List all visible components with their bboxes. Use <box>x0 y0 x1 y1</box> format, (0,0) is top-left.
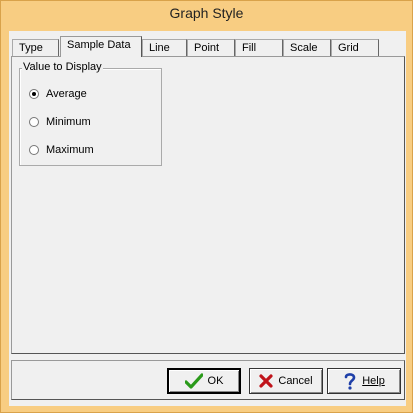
radio-label-maximum: Maximum <box>46 144 94 156</box>
group-legend: Value to Display <box>22 61 103 73</box>
tab-fill[interactable]: Fill <box>235 39 283 56</box>
value-to-display-group: Value to Display Average Minimum Maximum <box>19 61 162 166</box>
help-label: Help <box>362 375 385 387</box>
tab-line[interactable]: Line <box>142 39 187 56</box>
radio-dot[interactable] <box>29 145 39 155</box>
tab-scale[interactable]: Scale <box>283 39 331 56</box>
sample-data-panel: Value to Display Average Minimum Maximum <box>11 56 405 354</box>
button-bar: OK Cancel Help <box>11 360 405 400</box>
window-title: Graph Style <box>169 5 244 21</box>
checkmark-icon <box>184 373 203 389</box>
ok-button[interactable]: OK <box>167 368 241 394</box>
cancel-button[interactable]: Cancel <box>249 368 323 394</box>
help-icon <box>343 372 357 390</box>
tab-point[interactable]: Point <box>187 39 235 56</box>
ok-label: OK <box>207 375 224 387</box>
graph-style-dialog: Graph Style Type Sample Data Line Point … <box>0 0 413 413</box>
close-icon <box>259 374 273 388</box>
radio-label-minimum: Minimum <box>46 116 91 128</box>
radio-label-average: Average <box>46 88 87 100</box>
radio-dot[interactable] <box>29 117 39 127</box>
radio-dot-checked[interactable] <box>29 89 39 99</box>
dialog-client-area: Type Sample Data Line Point Fill Scale G… <box>9 31 406 406</box>
tab-sample-data[interactable]: Sample Data <box>60 36 142 57</box>
tab-grid[interactable]: Grid <box>331 39 379 56</box>
help-button[interactable]: Help <box>327 368 401 394</box>
cancel-label: Cancel <box>278 375 313 387</box>
tab-type[interactable]: Type <box>12 39 59 56</box>
